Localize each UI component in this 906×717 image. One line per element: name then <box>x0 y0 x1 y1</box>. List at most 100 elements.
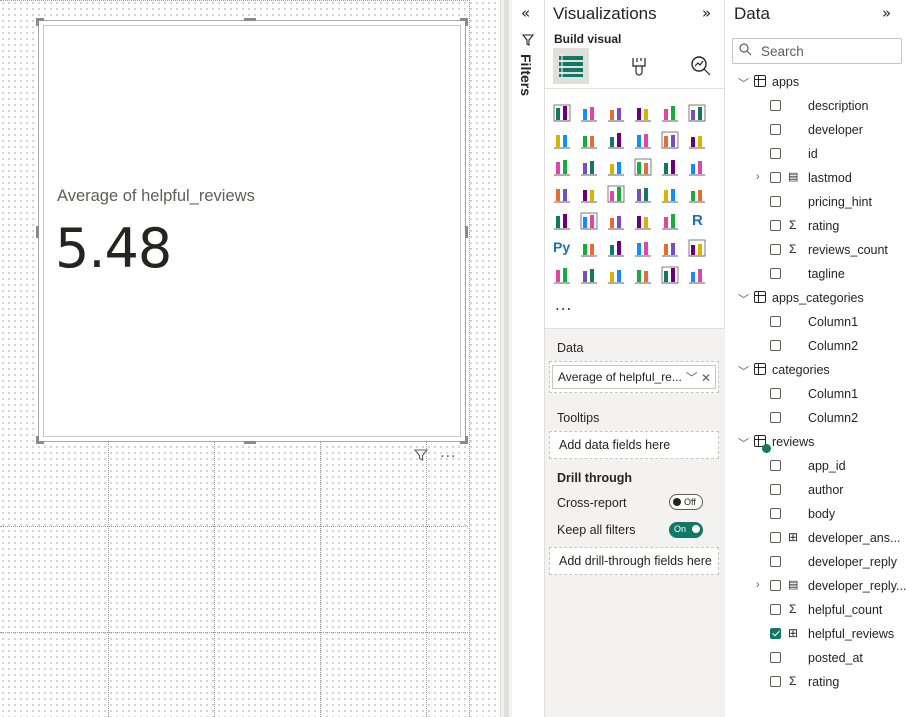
build-visual-tab[interactable] <box>553 48 589 84</box>
field-Column2[interactable]: Column2 <box>726 408 906 432</box>
field-checkbox[interactable] <box>770 196 781 207</box>
table-node-reviews[interactable]: ﹀ reviews <box>726 432 906 456</box>
field-checkbox[interactable] <box>770 244 781 255</box>
tooltips-drop-zone[interactable]: Add data fields here <box>549 431 719 459</box>
field-checkbox[interactable] <box>770 124 781 135</box>
donut-icon[interactable] <box>688 158 708 178</box>
area-chart-icon[interactable] <box>580 131 600 151</box>
python-visual-icon[interactable]: Py <box>553 239 573 259</box>
field-checkbox[interactable] <box>770 604 781 615</box>
r-visual-icon[interactable]: R <box>688 212 708 232</box>
field-checkbox[interactable] <box>770 652 781 663</box>
field-author[interactable]: author <box>726 480 906 504</box>
more-visuals-icon[interactable]: ... <box>555 296 572 314</box>
field-checkbox[interactable] <box>770 676 781 687</box>
resize-handle-top[interactable] <box>244 18 256 21</box>
double-chevron-right-icon[interactable]: » <box>702 4 711 22</box>
search-input[interactable]: Search <box>732 38 902 64</box>
scatter-icon[interactable] <box>634 158 654 178</box>
more-options-icon[interactable]: ··· <box>440 449 456 465</box>
key-influencers-icon[interactable] <box>580 239 600 259</box>
field-helpful_count[interactable]: Σhelpful_count <box>726 600 906 624</box>
resize-handle-right[interactable] <box>465 226 468 238</box>
chevron-icon[interactable] <box>688 266 708 286</box>
resize-handle-bottom-right[interactable] <box>465 436 468 444</box>
field-checkbox[interactable] <box>770 484 781 495</box>
table-node-categories[interactable]: ﹀ categories <box>726 360 906 384</box>
field-checkbox[interactable] <box>770 220 781 231</box>
table-icon[interactable] <box>634 212 654 232</box>
stacked-bar-icon[interactable] <box>553 104 573 124</box>
field-checkbox[interactable] <box>770 388 781 399</box>
chevron-down-icon[interactable]: ﹀ <box>738 291 749 307</box>
field-checkbox[interactable] <box>770 268 781 279</box>
decomposition-tree-icon[interactable] <box>607 239 627 259</box>
field-lastmod[interactable]: › ▤ lastmod <box>726 168 906 192</box>
resize-handle-bottom[interactable] <box>244 441 256 444</box>
funnel-chart-icon[interactable] <box>580 158 600 178</box>
line-column-icon[interactable] <box>661 131 681 151</box>
table-node-apps_categories[interactable]: ﹀ apps_categories <box>726 288 906 312</box>
resize-handle-top-right[interactable] <box>465 18 468 26</box>
field-rating[interactable]: Σrating <box>726 216 906 240</box>
resize-handle-left[interactable] <box>36 226 39 238</box>
field-id[interactable]: id <box>726 144 906 168</box>
slicer-icon[interactable] <box>607 212 627 232</box>
field-checkbox[interactable] <box>770 556 781 567</box>
waterfall-icon[interactable] <box>553 158 573 178</box>
field-developer[interactable]: developer <box>726 120 906 144</box>
field-description[interactable]: description <box>726 96 906 120</box>
map-icon[interactable] <box>580 185 600 205</box>
chevron-down-icon[interactable]: ﹀ <box>738 75 749 91</box>
matrix-icon[interactable] <box>661 212 681 232</box>
data-field-pill[interactable]: Average of helpful_re... ﹀ ✕ <box>552 365 716 389</box>
field-developer_reply...[interactable]: › ▤ developer_reply... <box>726 576 906 600</box>
field-checkbox[interactable] <box>770 628 781 639</box>
filters-pane-collapsed[interactable]: « Filters <box>512 0 545 717</box>
clustered-column-icon[interactable] <box>634 104 654 124</box>
chevron-down-icon[interactable]: ﹀ <box>738 363 749 379</box>
format-visual-tab[interactable] <box>621 48 657 84</box>
goals-icon[interactable] <box>688 239 708 259</box>
field-body[interactable]: body <box>726 504 906 528</box>
resize-handle-top-left[interactable] <box>36 18 39 26</box>
filters-pane-label[interactable]: Filters <box>518 54 534 96</box>
diamond-icon[interactable] <box>661 266 681 286</box>
power-automate-icon[interactable] <box>634 266 654 286</box>
filter-funnel-icon[interactable] <box>413 448 429 466</box>
line-chart-icon[interactable] <box>553 131 573 151</box>
field-Column1[interactable]: Column1 <box>726 312 906 336</box>
field-checkbox[interactable] <box>770 316 781 327</box>
stacked-area-icon[interactable] <box>607 131 627 151</box>
double-chevron-left-icon[interactable]: « <box>521 4 530 22</box>
card-visual-icon[interactable] <box>580 266 600 286</box>
field-helpful_reviews[interactable]: ⊞ helpful_reviews <box>726 624 906 648</box>
field-checkbox[interactable] <box>770 172 781 183</box>
field-checkbox[interactable] <box>770 580 781 591</box>
pane-splitter[interactable] <box>500 0 512 717</box>
paginated-report-icon[interactable] <box>553 266 573 286</box>
chevron-down-icon[interactable]: ﹀ <box>738 435 749 451</box>
azure-map-icon[interactable] <box>634 185 654 205</box>
field-Column1[interactable]: Column1 <box>726 384 906 408</box>
field-checkbox[interactable] <box>770 460 781 471</box>
100-column-icon[interactable] <box>688 104 708 124</box>
field-checkbox[interactable] <box>770 148 781 159</box>
kpi-icon[interactable] <box>580 212 600 232</box>
line-clustered-icon[interactable] <box>688 131 708 151</box>
100-bar-icon[interactable] <box>661 104 681 124</box>
clustered-bar-icon[interactable] <box>607 104 627 124</box>
field-developer_ans...[interactable]: ⊞ developer_ans... <box>726 528 906 552</box>
card-visual[interactable]: Average of helpful_reviews 5.48 <box>36 18 468 444</box>
drill-through-drop-zone[interactable]: Add drill-through fields here <box>549 547 719 575</box>
multi-card-icon[interactable] <box>553 212 573 232</box>
close-icon[interactable]: ✕ <box>701 371 711 385</box>
field-Column2[interactable]: Column2 <box>726 336 906 360</box>
narrative-icon[interactable] <box>661 239 681 259</box>
chevron-right-icon[interactable]: › <box>756 579 760 591</box>
report-canvas[interactable]: Average of helpful_reviews 5.48 ··· <box>0 0 500 717</box>
field-tagline[interactable]: tagline <box>726 264 906 288</box>
chevron-right-icon[interactable]: › <box>756 171 760 183</box>
gauge-icon[interactable] <box>661 185 681 205</box>
field-checkbox[interactable] <box>770 532 781 543</box>
